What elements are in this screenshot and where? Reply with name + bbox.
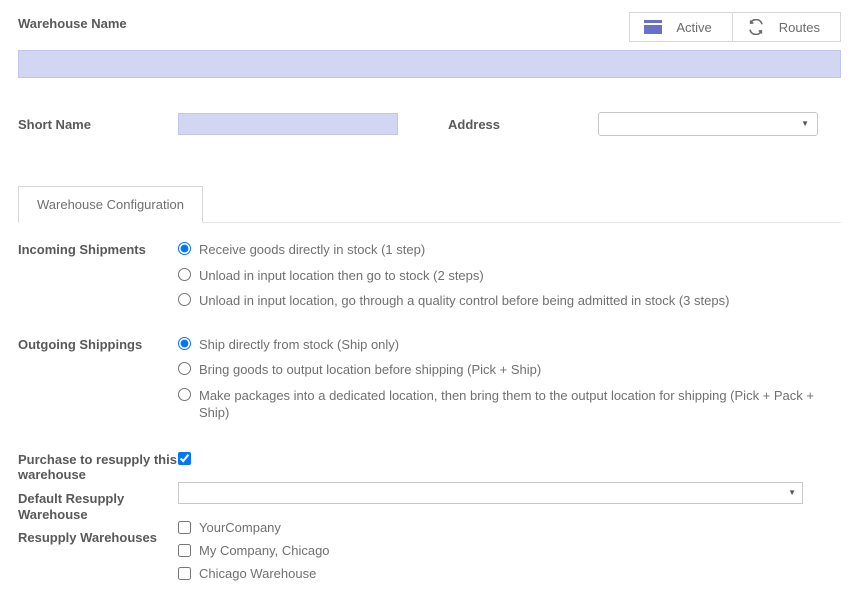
routes-button-label: Routes <box>779 20 820 35</box>
incoming-label: Incoming Shipments <box>18 241 178 318</box>
purchase-resupply-label: Purchase to resupply this warehouse <box>18 452 178 483</box>
resupply-section: Purchase to resupply this warehouse Defa… <box>18 452 841 589</box>
outgoing-radio-3[interactable] <box>178 388 191 401</box>
list-item[interactable]: My Company, Chicago <box>178 543 841 558</box>
incoming-option[interactable]: Unload in input location then go to stoc… <box>178 267 841 285</box>
row-short-address: Short Name Address <box>18 112 841 136</box>
archive-icon <box>644 20 662 34</box>
outgoing-section: Outgoing Shippings Ship directly from st… <box>18 336 841 430</box>
resupply-controls: YourCompany My Company, Chicago Chicago … <box>178 452 841 589</box>
outgoing-option-text: Ship directly from stock (Ship only) <box>199 336 841 354</box>
header-bar: Warehouse Name Active Routes <box>18 12 841 42</box>
resupply-warehouses-label: Resupply Warehouses <box>18 530 178 546</box>
purchase-resupply-checkbox[interactable] <box>178 452 191 465</box>
resupply-checkbox[interactable] <box>178 544 191 557</box>
resupply-labels: Purchase to resupply this warehouse Defa… <box>18 452 178 589</box>
address-label: Address <box>448 117 578 132</box>
incoming-radio-1[interactable] <box>178 242 191 255</box>
incoming-option[interactable]: Receive goods directly in stock (1 step) <box>178 241 841 259</box>
tabs: Warehouse Configuration <box>18 186 841 223</box>
incoming-options: Receive goods directly in stock (1 step)… <box>178 241 841 318</box>
short-name-input[interactable] <box>178 113 398 135</box>
incoming-radio-2[interactable] <box>178 268 191 281</box>
resupply-checkbox[interactable] <box>178 567 191 580</box>
incoming-radio-3[interactable] <box>178 293 191 306</box>
incoming-option-text: Unload in input location then go to stoc… <box>199 267 841 285</box>
refresh-icon <box>747 19 765 35</box>
address-select[interactable] <box>598 112 818 136</box>
outgoing-option[interactable]: Bring goods to output location before sh… <box>178 361 841 379</box>
default-resupply-select[interactable] <box>178 482 803 504</box>
list-item[interactable]: YourCompany <box>178 520 841 535</box>
default-resupply-label: Default Resupply Warehouse <box>18 491 178 522</box>
outgoing-radio-2[interactable] <box>178 362 191 375</box>
incoming-option-text: Receive goods directly in stock (1 step) <box>199 241 841 259</box>
outgoing-radio-1[interactable] <box>178 337 191 350</box>
short-name-label: Short Name <box>18 117 158 132</box>
tab-warehouse-configuration[interactable]: Warehouse Configuration <box>18 186 203 223</box>
active-button[interactable]: Active <box>630 13 731 41</box>
resupply-item-label: Chicago Warehouse <box>199 566 316 581</box>
incoming-section: Incoming Shipments Receive goods directl… <box>18 241 841 318</box>
outgoing-option[interactable]: Ship directly from stock (Ship only) <box>178 336 841 354</box>
list-item[interactable]: Chicago Warehouse <box>178 566 841 581</box>
warehouse-name-input[interactable] <box>18 50 841 78</box>
outgoing-option-text: Make packages into a dedicated location,… <box>199 387 841 422</box>
active-button-label: Active <box>676 20 711 35</box>
outgoing-label: Outgoing Shippings <box>18 336 178 430</box>
action-buttons: Active Routes <box>629 12 841 42</box>
resupply-item-label: YourCompany <box>199 520 281 535</box>
incoming-option[interactable]: Unload in input location, go through a q… <box>178 292 841 310</box>
routes-button[interactable]: Routes <box>732 13 840 41</box>
resupply-checkbox[interactable] <box>178 521 191 534</box>
resupply-item-label: My Company, Chicago <box>199 543 330 558</box>
outgoing-option-text: Bring goods to output location before sh… <box>199 361 841 379</box>
incoming-option-text: Unload in input location, go through a q… <box>199 292 841 310</box>
outgoing-options: Ship directly from stock (Ship only) Bri… <box>178 336 841 430</box>
warehouse-name-label: Warehouse Name <box>18 12 127 31</box>
outgoing-option[interactable]: Make packages into a dedicated location,… <box>178 387 841 422</box>
